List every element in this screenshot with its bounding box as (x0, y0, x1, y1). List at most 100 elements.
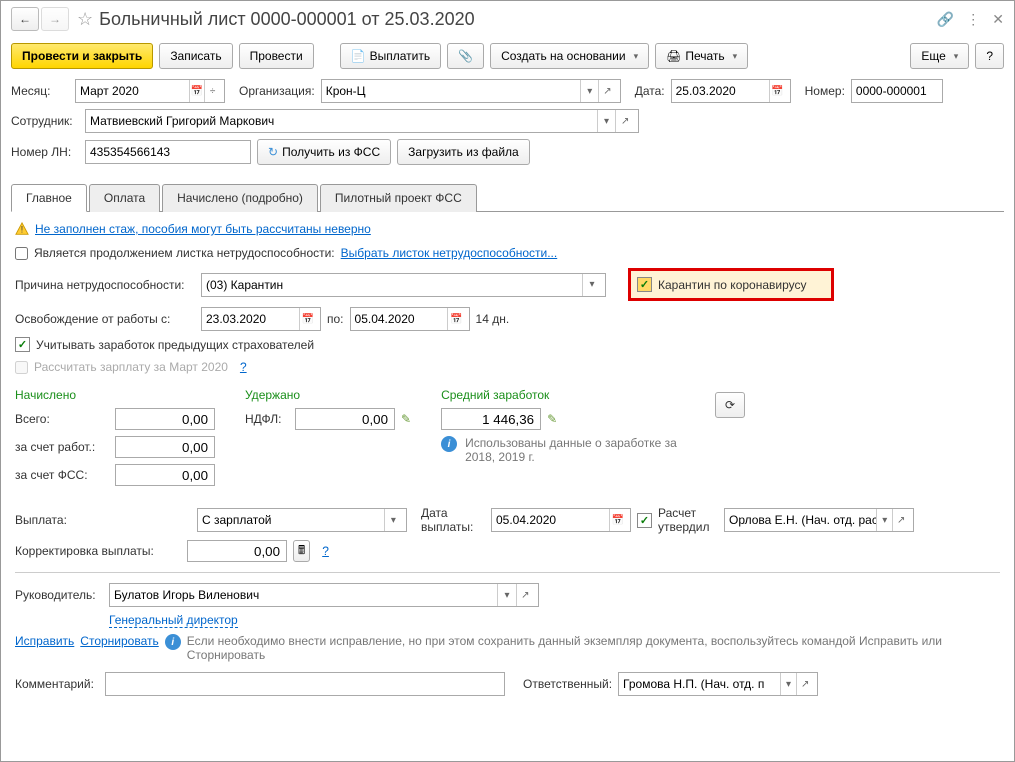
responsible-input[interactable]: ▾↗ (618, 672, 818, 696)
org-input[interactable]: ▾↗ (321, 79, 621, 103)
covid-quarantine-highlight: ✓ Карантин по коронавирусу (628, 268, 834, 301)
prev-insurers-label: Учитывать заработок предыдущих страховат… (36, 338, 314, 352)
employee-label: Сотрудник: (11, 114, 79, 128)
pay-date-input[interactable]: 📅 (491, 508, 631, 532)
dropdown-icon[interactable]: ▾ (780, 673, 797, 695)
create-based-button[interactable]: Создать на основании (490, 43, 649, 69)
dropdown-icon[interactable]: ▾ (580, 80, 598, 102)
calc-salary-label: Рассчитать зарплату за Март 2020 (34, 360, 228, 374)
pay-button[interactable]: 📄Выплатить (340, 43, 441, 69)
dropdown-icon[interactable]: ▾ (876, 509, 893, 531)
org-label: Организация: (239, 84, 315, 98)
accrued-header: Начислено (15, 388, 215, 402)
nav-forward-button[interactable]: → (41, 7, 69, 31)
pencil-icon[interactable]: ✎ (401, 412, 411, 426)
tab-accrued[interactable]: Начислено (подробно) (162, 184, 318, 212)
document-title: Больничный лист 0000-000001 от 25.03.202… (99, 9, 937, 30)
warning-link[interactable]: Не заполнен стаж, пособия могут быть рас… (35, 222, 371, 236)
calculator-button[interactable]: 🖩 (293, 540, 310, 562)
ln-number-input[interactable] (85, 140, 251, 164)
close-icon[interactable]: ✕ (992, 11, 1004, 28)
date-input[interactable]: 📅 (671, 79, 791, 103)
open-icon[interactable]: ↗ (796, 673, 813, 695)
responsible-label: Ответственный: (523, 677, 612, 691)
paperclip-icon: 📎 (458, 49, 473, 63)
calc-approved-checkbox[interactable]: ✓ (637, 513, 652, 528)
covid-label: Карантин по коронавирусу (658, 278, 807, 292)
calendar-icon[interactable]: 📅 (189, 80, 205, 102)
dropdown-icon[interactable]: ▾ (384, 509, 402, 531)
ndfl-label: НДФЛ: (245, 412, 295, 426)
refresh-icon: ↻ (268, 145, 278, 159)
help-link[interactable]: ? (240, 360, 247, 374)
nav-back-button[interactable]: ← (11, 7, 39, 31)
employer-label: за счет работ.: (15, 440, 115, 454)
help-button[interactable]: ? (975, 43, 1004, 69)
select-sheet-link[interactable]: Выбрать листок нетрудоспособности... (341, 246, 558, 260)
manager-position-link[interactable]: Генеральный директор (109, 613, 238, 628)
reason-label: Причина нетрудоспособности: (15, 278, 195, 292)
storno-link[interactable]: Сторнировать (80, 634, 158, 648)
correction-label: Корректировка выплаты: (15, 544, 181, 558)
dropdown-icon[interactable]: ▾ (597, 110, 616, 132)
correction-input[interactable] (187, 540, 287, 562)
avg-earnings-input[interactable] (441, 408, 541, 430)
open-icon[interactable]: ↗ (598, 80, 616, 102)
save-button[interactable]: Записать (159, 43, 232, 69)
submit-button[interactable]: Провести (239, 43, 314, 69)
manager-input[interactable]: ▾↗ (109, 583, 539, 607)
pay-date-label: Дата выплаты: (421, 506, 485, 534)
total-input[interactable] (115, 408, 215, 430)
ndfl-input[interactable] (295, 408, 395, 430)
warning-icon: ! (15, 222, 29, 236)
print-button[interactable]: 🖨Печать (655, 43, 748, 69)
more-button[interactable]: Еще (910, 43, 969, 69)
reason-input[interactable]: ▾ (201, 273, 606, 297)
continuation-checkbox[interactable] (15, 247, 28, 260)
to-label: по: (327, 312, 344, 326)
comment-input[interactable] (105, 672, 505, 696)
employee-input[interactable]: ▾↗ (85, 109, 639, 133)
pencil-icon[interactable]: ✎ (547, 412, 557, 426)
calendar-icon[interactable]: 📅 (769, 80, 786, 102)
approver-input[interactable]: ▾↗ (724, 508, 914, 532)
date-from-input[interactable]: 📅 (201, 307, 321, 331)
employer-input[interactable] (115, 436, 215, 458)
dropdown-icon[interactable]: ▾ (582, 274, 601, 296)
stepper-icon[interactable]: ÷ (204, 80, 220, 102)
load-from-file-button[interactable]: Загрузить из файла (397, 139, 530, 165)
continuation-label: Является продолжением листка нетрудоспос… (34, 246, 335, 260)
tab-pilot[interactable]: Пилотный проект ФСС (320, 184, 477, 212)
fss-input[interactable] (115, 464, 215, 486)
month-input[interactable]: 📅÷ (75, 79, 225, 103)
prev-insurers-checkbox[interactable]: ✓ (15, 337, 30, 352)
payment-label: Выплата: (15, 513, 191, 527)
get-from-fss-button[interactable]: ↻Получить из ФСС (257, 139, 391, 165)
open-icon[interactable]: ↗ (516, 584, 534, 606)
help-link[interactable]: ? (322, 544, 329, 558)
withheld-header: Удержано (245, 388, 411, 402)
date-to-input[interactable]: 📅 (350, 307, 470, 331)
open-icon[interactable]: ↗ (615, 110, 634, 132)
calendar-icon[interactable]: 📅 (447, 308, 464, 330)
kebab-menu-icon[interactable]: ⋮ (966, 11, 980, 28)
fix-link[interactable]: Исправить (15, 634, 74, 648)
recalculate-button[interactable]: ⟳ (715, 392, 745, 418)
payment-method-input[interactable]: ▾ (197, 508, 407, 532)
dropdown-icon[interactable]: ▾ (497, 584, 515, 606)
calendar-icon[interactable]: 📅 (299, 308, 316, 330)
attach-button[interactable]: 📎 (447, 43, 484, 69)
calc-salary-checkbox (15, 361, 28, 374)
open-icon[interactable]: ↗ (892, 509, 909, 531)
link-icon[interactable]: 🔗 (937, 11, 954, 28)
tab-main[interactable]: Главное (11, 184, 87, 212)
favorite-star-icon[interactable]: ☆ (77, 9, 93, 30)
info-icon: i (165, 634, 181, 650)
calendar-icon[interactable]: 📅 (609, 509, 626, 531)
covid-checkbox[interactable]: ✓ (637, 277, 652, 292)
submit-close-button[interactable]: Провести и закрыть (11, 43, 153, 69)
svg-text:!: ! (21, 225, 23, 235)
tab-payment[interactable]: Оплата (89, 184, 160, 212)
calculator-icon: 🖩 (298, 541, 305, 562)
number-input[interactable] (851, 79, 943, 103)
